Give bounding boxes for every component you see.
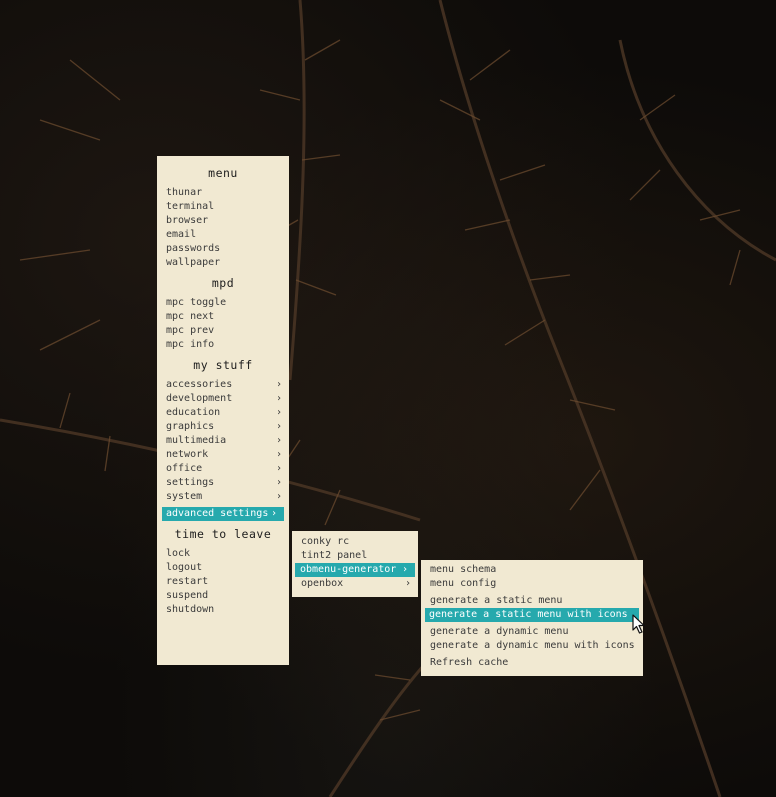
menu-item-label: system [166, 491, 203, 502]
menu-item-network[interactable]: network › [157, 448, 289, 462]
menu-item-label: office [166, 463, 203, 474]
chevron-right-icon: › [275, 449, 282, 460]
menu-item-refresh-cache[interactable]: Refresh cache [421, 656, 643, 670]
menu-item-mpc-next[interactable]: mpc next [157, 310, 289, 324]
root-menu: menu thunar terminal browser email passw… [157, 156, 289, 665]
chevron-right-icon: › [275, 407, 282, 418]
menu-item-education[interactable]: education › [157, 406, 289, 420]
menu-item-tint2-panel[interactable]: tint2 panel [292, 549, 418, 563]
time-to-leave-section-title: time to leave [174, 527, 272, 541]
chevron-right-icon: › [275, 379, 282, 390]
menu-item-label: openbox [301, 578, 344, 589]
menu-item-terminal[interactable]: terminal [157, 200, 289, 214]
chevron-right-icon: › [275, 463, 282, 474]
menu-item-system[interactable]: system › [157, 490, 289, 504]
menu-item-lock[interactable]: lock [157, 547, 289, 561]
menu-item-openbox[interactable]: openbox › [292, 577, 418, 591]
menu-item-advanced-settings[interactable]: advanced settings › [162, 507, 284, 521]
menu-item-menu-config[interactable]: menu config [421, 577, 643, 591]
menu-item-multimedia[interactable]: multimedia › [157, 434, 289, 448]
menu-item-shutdown[interactable]: shutdown [157, 603, 289, 617]
menu-item-label: development [166, 393, 233, 404]
desktop-wallpaper [0, 0, 776, 797]
menu-item-office[interactable]: office › [157, 462, 289, 476]
menu-item-label: advanced settings [166, 508, 269, 519]
menu-item-generate-dynamic[interactable]: generate a dynamic menu [421, 625, 643, 639]
menu-item-accessories[interactable]: accessories › [157, 378, 289, 392]
menu-item-generate-dynamic-icons[interactable]: generate a dynamic menu with icons [421, 639, 643, 653]
obmenu-generator-submenu: menu schema menu config generate a stati… [421, 560, 643, 676]
menu-item-obmenu-generator[interactable]: obmenu-generator › [295, 563, 415, 577]
mouse-pointer-icon [632, 614, 646, 639]
chevron-right-icon: › [275, 421, 282, 432]
menu-item-suspend[interactable]: suspend [157, 589, 289, 603]
menu-item-mpc-info[interactable]: mpc info [157, 338, 289, 352]
menu-item-label: multimedia [166, 435, 227, 446]
chevron-right-icon: › [401, 564, 408, 575]
menu-item-browser[interactable]: browser [157, 214, 289, 228]
menu-item-thunar[interactable]: thunar [157, 186, 289, 200]
menu-item-development[interactable]: development › [157, 392, 289, 406]
menu-item-conky-rc[interactable]: conky rc [292, 535, 418, 549]
chevron-right-icon: › [275, 491, 282, 502]
menu-item-restart[interactable]: restart [157, 575, 289, 589]
menu-item-mpc-toggle[interactable]: mpc toggle [157, 296, 289, 310]
menu-item-label: accessories [166, 379, 233, 390]
advanced-settings-submenu: conky rc tint2 panel obmenu-generator › o… [292, 531, 418, 597]
chevron-right-icon: › [404, 578, 411, 589]
menu-item-generate-static[interactable]: generate a static menu [421, 594, 643, 608]
menu-item-label: network [166, 449, 209, 460]
menu-item-email[interactable]: email [157, 228, 289, 242]
menu-item-graphics[interactable]: graphics › [157, 420, 289, 434]
menu-item-label: education [166, 407, 221, 418]
menu-item-label: graphics [166, 421, 215, 432]
menu-item-logout[interactable]: logout [157, 561, 289, 575]
menu-item-label: settings [166, 477, 215, 488]
chevron-right-icon: › [275, 477, 282, 488]
chevron-right-icon: › [275, 393, 282, 404]
mpd-section-title: mpd [211, 276, 235, 290]
menu-item-settings[interactable]: settings › [157, 476, 289, 490]
menu-item-mpc-prev[interactable]: mpc prev [157, 324, 289, 338]
my-stuff-section-title: my stuff [193, 358, 253, 372]
menu-title: menu [208, 166, 238, 180]
chevron-right-icon: › [275, 435, 282, 446]
menu-item-wallpaper[interactable]: wallpaper [157, 256, 289, 270]
menu-item-passwords[interactable]: passwords [157, 242, 289, 256]
menu-item-label: obmenu-generator [300, 564, 397, 575]
menu-item-menu-schema[interactable]: menu schema [421, 563, 643, 577]
menu-item-generate-static-icons[interactable]: generate a static menu with icons [425, 608, 639, 622]
chevron-right-icon: › [270, 508, 277, 519]
